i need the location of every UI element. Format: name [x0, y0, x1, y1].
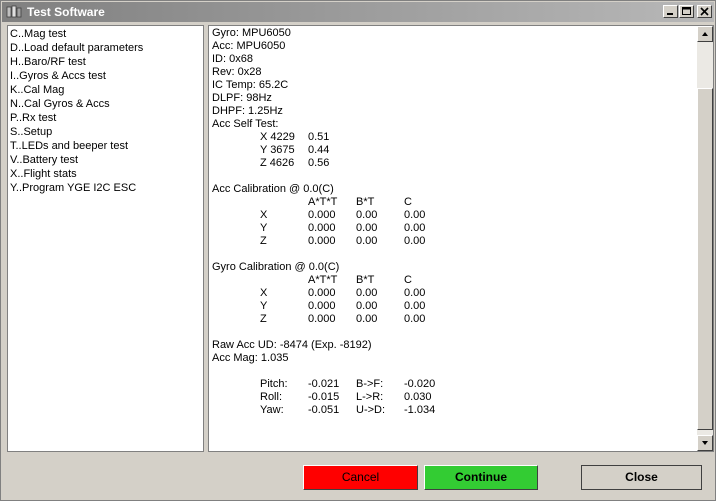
attitude-label: Pitch: [260, 378, 288, 390]
attitude-label: Yaw: [260, 404, 284, 416]
maximize-button[interactable] [679, 5, 694, 18]
menu-item-leds-beeper-test[interactable]: T..LEDs and beeper test [10, 139, 128, 153]
menu-item-baro-rf-test[interactable]: H..Baro/RF test [10, 55, 86, 69]
acc-cal-value: 0.000 [308, 222, 336, 234]
output-line: DHPF: 1.25Hz [212, 105, 283, 117]
attitude-label: U->D: [356, 404, 386, 416]
gyro-cal-value: 0.00 [356, 313, 378, 325]
self-test-axis: X 4229 [260, 131, 295, 143]
self-test-axis: Y 3675 [260, 144, 295, 156]
self-test-value: 0.44 [308, 144, 330, 156]
gyro-cal-value: 0.000 [308, 313, 336, 325]
attitude-value: -0.021 [308, 378, 340, 390]
output-line: IC Temp: 65.2C [212, 79, 289, 91]
menu-item-load-defaults[interactable]: D..Load default parameters [10, 41, 143, 55]
gyro-cal-value: 0.00 [404, 313, 426, 325]
menu-item-cal-mag[interactable]: K..Cal Mag [10, 83, 64, 97]
vertical-scrollbar[interactable] [697, 26, 713, 451]
self-test-value: 0.51 [308, 131, 330, 143]
attitude-label: Roll: [260, 391, 283, 403]
self-test-axis: Z 4626 [260, 157, 295, 169]
output-line: Rev: 0x28 [212, 66, 262, 78]
gyro-cal-axis: Z [260, 313, 267, 325]
attitude-value: -1.034 [404, 404, 436, 416]
output-line: DLPF: 98Hz [212, 92, 272, 104]
acc-cal-col-header: B*T [356, 196, 375, 208]
acc-cal-col-header: C [404, 196, 412, 208]
gyro-cal-value: 0.000 [308, 287, 336, 299]
acc-cal-value: 0.000 [308, 209, 336, 221]
output-line: Gyro: MPU6050 [212, 27, 291, 39]
scroll-thumb[interactable] [697, 88, 713, 430]
test-menu-list[interactable]: C..Mag test D..Load default parameters H… [7, 25, 204, 452]
gyro-cal-value: 0.00 [356, 287, 378, 299]
acc-mag-line: Acc Mag: 1.035 [212, 352, 289, 364]
gyro-cal-col-header: C [404, 274, 412, 286]
gyro-cal-col-header: B*T [356, 274, 375, 286]
acc-cal-title: Acc Calibration @ 0.0(C) [212, 183, 334, 195]
attitude-label: B->F: [356, 378, 384, 390]
attitude-value: -0.051 [308, 404, 340, 416]
output-line: ID: 0x68 [212, 53, 253, 65]
menu-item-rx-test[interactable]: P..Rx test [10, 111, 56, 125]
menu-item-cal-gyros-accs[interactable]: N..Cal Gyros & Accs [10, 97, 110, 111]
output-line: Acc Self Test: [212, 118, 279, 130]
acc-cal-value: 0.000 [308, 235, 336, 247]
acc-cal-value: 0.00 [356, 209, 378, 221]
output-line: Acc: MPU6050 [212, 40, 286, 52]
attitude-value: 0.030 [404, 391, 432, 403]
raw-acc-line: Raw Acc UD: -8474 (Exp. -8192) [212, 339, 372, 351]
gyro-cal-col-header: A*T*T [308, 274, 338, 286]
menu-item-flight-stats[interactable]: X..Flight stats [10, 167, 77, 181]
arrow-down-icon [702, 441, 708, 445]
app-window: Test Software C..Mag test D..Load defaul… [0, 0, 716, 501]
menu-item-gyros-accs-test[interactable]: I..Gyros & Accs test [10, 69, 106, 83]
gyro-cal-value: 0.00 [404, 300, 426, 312]
maximize-icon [682, 7, 691, 15]
gyro-cal-value: 0.000 [308, 300, 336, 312]
menu-item-battery-test[interactable]: V..Battery test [10, 153, 78, 167]
gyro-cal-value: 0.00 [356, 300, 378, 312]
continue-button[interactable]: Continue [424, 465, 538, 490]
attitude-label: L->R: [356, 391, 384, 403]
cancel-button[interactable]: Cancel [303, 465, 418, 490]
acc-cal-value: 0.00 [404, 209, 426, 221]
attitude-value: -0.015 [308, 391, 340, 403]
title-bar[interactable]: Test Software [2, 2, 714, 22]
app-icon [6, 5, 22, 19]
menu-item-mag-test[interactable]: C..Mag test [10, 27, 66, 41]
acc-cal-value: 0.00 [404, 222, 426, 234]
minimize-icon [667, 13, 673, 15]
acc-cal-col-header: A*T*T [308, 196, 338, 208]
gyro-cal-title: Gyro Calibration @ 0.0(C) [212, 261, 340, 273]
close-window-button[interactable] [697, 5, 712, 18]
gyro-cal-axis: Y [260, 300, 268, 312]
acc-cal-axis: Y [260, 222, 268, 234]
gyro-cal-axis: X [260, 287, 268, 299]
arrow-up-icon [702, 32, 708, 36]
scroll-up-button[interactable] [697, 26, 713, 42]
window-title: Test Software [27, 5, 105, 19]
acc-cal-value: 0.00 [404, 235, 426, 247]
acc-cal-axis: X [260, 209, 268, 221]
menu-item-program-esc[interactable]: Y..Program YGE I2C ESC [10, 181, 136, 195]
close-button[interactable]: Close [581, 465, 702, 490]
output-text-area[interactable]: Gyro: MPU6050 Acc: MPU6050 ID: 0x68 Rev:… [208, 25, 714, 452]
acc-cal-axis: Z [260, 235, 267, 247]
gyro-cal-value: 0.00 [404, 287, 426, 299]
close-icon [700, 7, 709, 16]
scroll-down-button[interactable] [697, 435, 713, 451]
menu-item-setup[interactable]: S..Setup [10, 125, 52, 139]
self-test-value: 0.56 [308, 157, 330, 169]
attitude-value: -0.020 [404, 378, 436, 390]
minimize-button[interactable] [663, 5, 678, 18]
acc-cal-value: 0.00 [356, 222, 378, 234]
acc-cal-value: 0.00 [356, 235, 378, 247]
